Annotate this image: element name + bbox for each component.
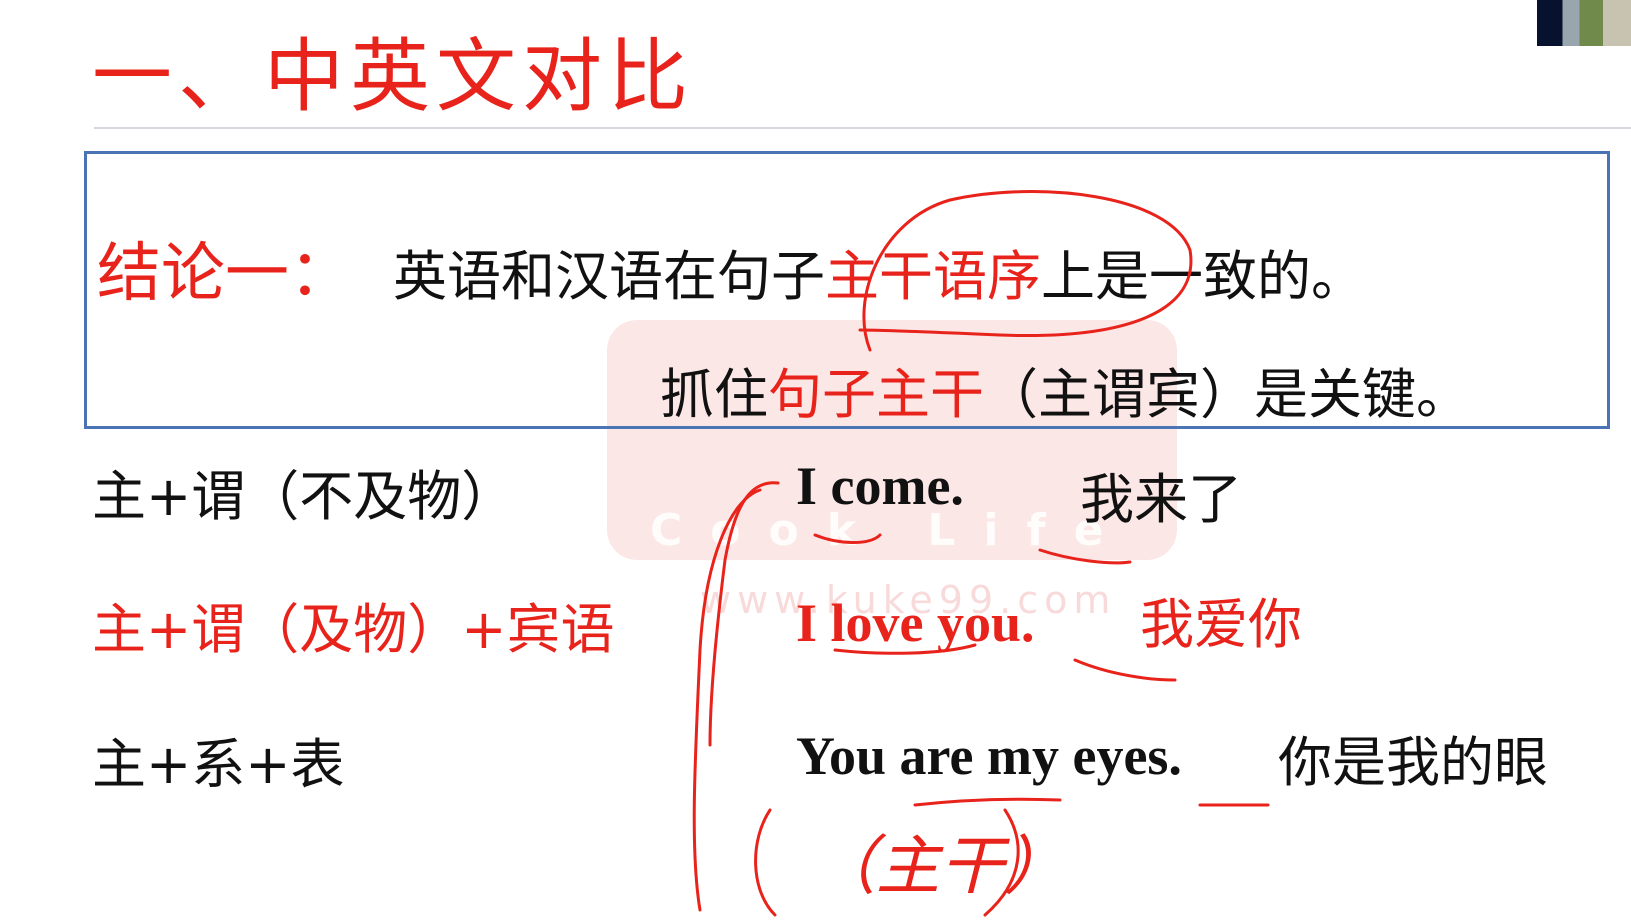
ink-underline bbox=[913, 797, 1062, 807]
ink-underline bbox=[813, 533, 882, 544]
handwritten-annotation: （主干） bbox=[812, 830, 1068, 904]
ink-paren bbox=[754, 808, 777, 917]
ink-underline bbox=[1038, 548, 1132, 565]
ink-underline bbox=[833, 643, 977, 655]
ink-underline bbox=[1073, 658, 1177, 682]
ink-circle bbox=[858, 190, 1193, 352]
ink-bracket bbox=[708, 481, 780, 747]
handwriting-annotations bbox=[692, 190, 1270, 917]
